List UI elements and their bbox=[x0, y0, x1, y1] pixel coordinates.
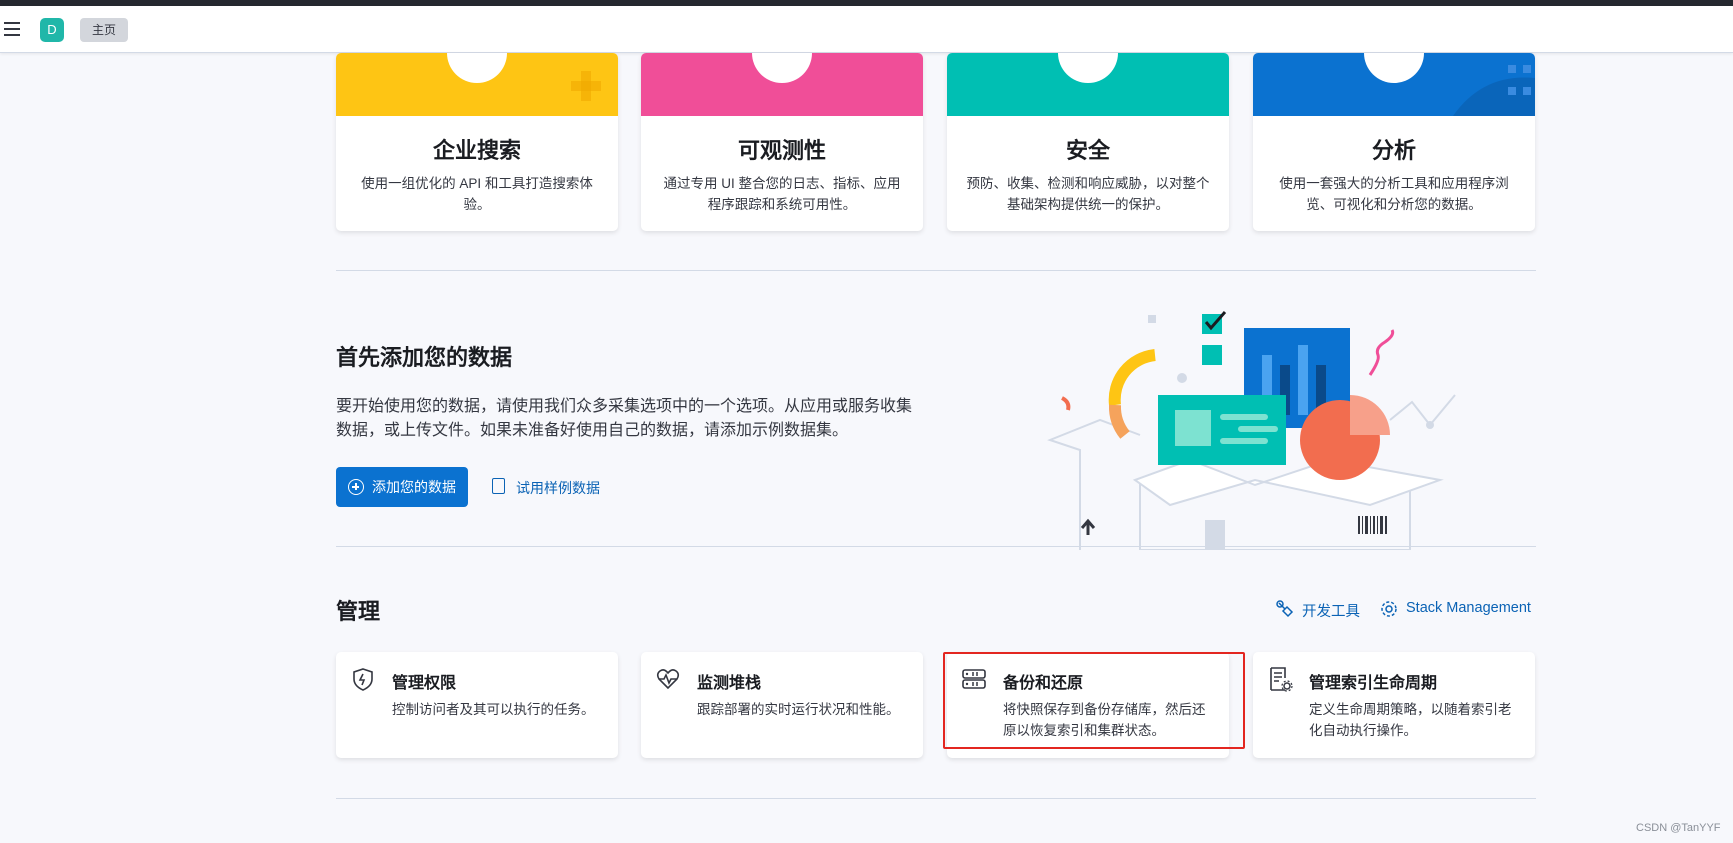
solution-banner bbox=[641, 53, 923, 116]
add-data-button-label: 添加您的数据 bbox=[372, 479, 456, 495]
solution-card-enterprise-search[interactable]: 企业搜索 使用一组优化的 API 和工具打造搜索体验。 bbox=[336, 53, 618, 231]
solution-title: 可观测性 bbox=[737, 138, 826, 163]
solution-banner bbox=[1253, 53, 1535, 116]
management-card-backup-restore[interactable]: 备份和还原 将快照保存到备份存储库，然后还原以恢复索引和集群状态。 bbox=[947, 652, 1229, 758]
solution-desc: 使用一套强大的分析工具和应用程序浏览、可视化和分析您的数据。 bbox=[1279, 176, 1509, 212]
management-card-desc: 跟踪部署的实时运行状况和性能。 bbox=[697, 702, 900, 717]
stack-management-link[interactable]: Stack Management bbox=[1380, 600, 1531, 617]
solution-card-observability[interactable]: 可观测性 通过专用 UI 整合您的日志、指标、应用程序跟踪和系统可用性。 bbox=[641, 53, 923, 231]
management-card-title: 备份和还原 bbox=[1003, 675, 1084, 692]
document-icon bbox=[492, 478, 505, 494]
management-card-desc: 控制访问者及其可以执行的任务。 bbox=[392, 702, 595, 717]
solution-banner bbox=[947, 53, 1229, 116]
watermark: CSDN @TanYYF bbox=[1636, 822, 1721, 834]
section-divider bbox=[336, 546, 1536, 547]
dev-tools-link[interactable]: 开发工具 bbox=[1276, 600, 1360, 621]
section-divider bbox=[336, 798, 1536, 799]
solution-card-analytics[interactable]: 分析 使用一套强大的分析工具和应用程序浏览、可视化和分析您的数据。 bbox=[1253, 53, 1535, 231]
solution-title: 分析 bbox=[1371, 138, 1416, 163]
management-card-title: 管理索引生命周期 bbox=[1309, 675, 1438, 692]
plus-circle-icon bbox=[348, 479, 364, 495]
top-header: D 主页 bbox=[0, 6, 1733, 53]
management-card-title: 管理权限 bbox=[392, 675, 457, 692]
dev-tools-label: 开发工具 bbox=[1302, 604, 1360, 620]
add-data-illustration bbox=[1047, 311, 1456, 550]
solution-banner bbox=[336, 53, 618, 116]
management-card-permissions[interactable]: 管理权限 控制访问者及其可以执行的任务。 bbox=[336, 652, 618, 758]
space-avatar[interactable]: D bbox=[40, 18, 64, 42]
storage-icon bbox=[962, 669, 986, 689]
solution-title: 企业搜索 bbox=[432, 138, 521, 163]
management-card-monitoring[interactable]: 监测堆栈 跟踪部署的实时运行状况和性能。 bbox=[641, 652, 923, 758]
section-divider bbox=[336, 270, 1536, 271]
plus-icon bbox=[571, 71, 601, 101]
wrench-icon bbox=[1276, 600, 1294, 618]
gear-icon bbox=[1381, 601, 1397, 617]
solution-desc: 通过专用 UI 整合您的日志、指标、应用程序跟踪和系统可用性。 bbox=[663, 176, 901, 212]
grid-icon bbox=[1453, 65, 1535, 116]
shield-icon bbox=[353, 668, 373, 691]
management-title: 管理 bbox=[336, 599, 381, 624]
breadcrumb-home[interactable]: 主页 bbox=[80, 18, 128, 42]
try-sample-data-link[interactable]: 试用样例数据 bbox=[492, 478, 600, 498]
management-card-desc: 将快照保存到备份存储库，然后还原以恢复索引和集群状态。 bbox=[1003, 702, 1206, 738]
management-card-index-lifecycle[interactable]: 管理索引生命周期 定义生命周期策略，以随着索引老化自动执行操作。 bbox=[1253, 652, 1535, 758]
management-card-desc: 定义生命周期策略，以随着索引老化自动执行操作。 bbox=[1309, 702, 1512, 738]
add-data-title: 首先添加您的数据 bbox=[336, 345, 513, 370]
solution-desc: 预防、收集、检测和响应威胁，以对整个基础架构提供统一的保护。 bbox=[966, 176, 1210, 212]
index-lifecycle-icon bbox=[1270, 667, 1293, 692]
add-data-description: 要开始使用您的数据，请使用我们众多采集选项中的一个选项。从应用或服务收集数据，或… bbox=[336, 398, 913, 439]
management-card-title: 监测堆栈 bbox=[697, 675, 762, 692]
solution-card-security[interactable]: 安全 预防、收集、检测和响应威胁，以对整个基础架构提供统一的保护。 bbox=[947, 53, 1229, 231]
solution-desc: 使用一组优化的 API 和工具打造搜索体验。 bbox=[361, 176, 593, 212]
heartbeat-icon bbox=[656, 669, 680, 690]
stack-management-label: Stack Management bbox=[1406, 600, 1531, 616]
try-sample-data-label: 试用样例数据 bbox=[516, 480, 600, 496]
menu-toggle-icon[interactable] bbox=[0, 15, 28, 43]
solution-title: 安全 bbox=[1065, 138, 1110, 163]
add-data-button[interactable]: 添加您的数据 bbox=[336, 467, 468, 507]
